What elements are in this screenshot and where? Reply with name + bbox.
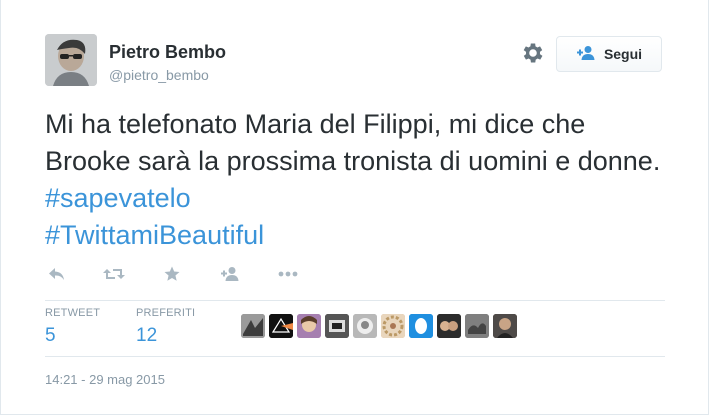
hashtag-link[interactable]: #sapevatelo	[45, 183, 191, 213]
user-handle[interactable]: @pietro_bembo	[109, 67, 209, 83]
divider	[45, 300, 665, 301]
retweet-stat-label: RETWEET	[45, 307, 101, 319]
settings-gear-icon[interactable]	[520, 40, 546, 66]
more-options-icon[interactable]	[277, 262, 299, 286]
tweet-body: Mi ha telefonato Maria del Filippi, mi d…	[45, 109, 661, 176]
divider	[45, 356, 665, 357]
retweet-stat[interactable]: RETWEET 5	[45, 307, 100, 347]
user-avatar[interactable]	[45, 34, 97, 86]
tweet-card: Pietro Bembo @pietro_bembo Segui Mi ha t…	[0, 0, 709, 415]
follow-button[interactable]: Segui	[556, 36, 662, 72]
user-avatar-thumb[interactable]	[381, 314, 405, 338]
retweet-icon[interactable]	[103, 262, 125, 286]
reply-icon[interactable]	[47, 262, 67, 286]
user-avatar-thumb[interactable]	[241, 314, 265, 338]
user-avatar-thumb[interactable]	[297, 314, 321, 338]
tweet-timestamp[interactable]: 14:21 - 29 mag 2015	[45, 372, 165, 387]
follow-icon[interactable]	[219, 262, 241, 286]
user-avatar-thumb[interactable]	[465, 314, 489, 338]
retweet-count: 5	[45, 325, 56, 346]
user-avatar-thumb[interactable]	[325, 314, 349, 338]
favorite-star-icon[interactable]	[163, 262, 181, 286]
favorites-count: 12	[136, 325, 158, 346]
tweet-text: Mi ha telefonato Maria del Filippi, mi d…	[45, 106, 665, 254]
user-avatar-thumb[interactable]	[269, 314, 293, 338]
hashtag-link[interactable]: #TwittamiBeautiful	[45, 220, 264, 250]
favorites-stat-label: PREFERITI	[136, 307, 196, 319]
favorites-stat[interactable]: PREFERITI 12	[136, 307, 195, 347]
add-user-icon	[576, 45, 596, 64]
follow-button-label: Segui	[603, 46, 643, 62]
user-name[interactable]: Pietro Bembo	[109, 42, 226, 63]
user-avatar-thumb[interactable]	[493, 314, 517, 338]
user-avatar-thumb[interactable]	[437, 314, 461, 338]
user-avatar-thumb[interactable]	[409, 314, 433, 338]
user-avatar-thumb[interactable]	[353, 314, 377, 338]
